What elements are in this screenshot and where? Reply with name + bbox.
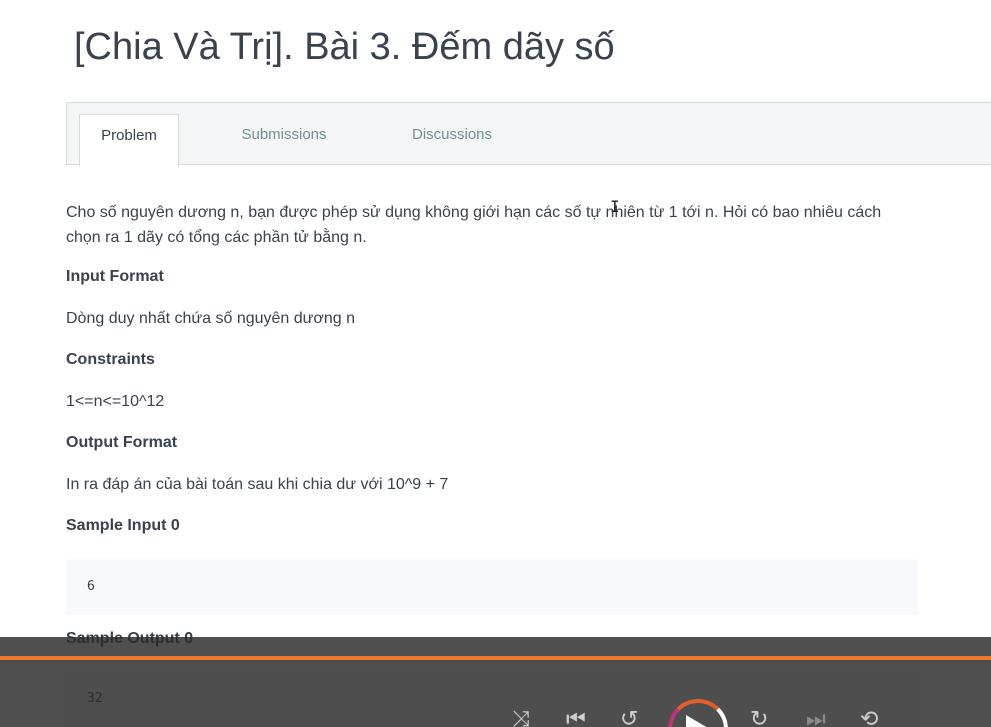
input-format-heading: Input Format — [66, 268, 164, 285]
tab-problem[interactable]: Problem — [79, 114, 179, 167]
tab-bar: Problem Submissions Discussions — [66, 102, 991, 167]
sample-input-code: 6 — [66, 559, 918, 615]
tab-submissions[interactable]: Submissions — [229, 114, 339, 166]
tab-discussions[interactable]: Discussions — [397, 114, 507, 166]
page-title: [Chia Và Trị]. Bài 3. Đếm dãy số — [74, 26, 615, 68]
page: [Chia Và Trị]. Bài 3. Đếm dãy số Problem… — [0, 0, 991, 727]
text-cursor-icon: I — [610, 197, 620, 216]
play-icon — [686, 715, 708, 727]
player-controls: ⤨ ⏮ ↺ ↻ ⏭ ⟲ — [0, 699, 991, 727]
repeat-icon[interactable]: ⟲ — [860, 709, 878, 727]
player-progress-bar[interactable] — [0, 656, 991, 660]
output-format-heading: Output Format — [66, 434, 178, 451]
rewind-icon[interactable]: ↺ — [620, 709, 638, 727]
constraints-heading: Constraints — [66, 351, 155, 368]
video-player-overlay: ⤨ ⏮ ↺ ↻ ⏭ ⟲ — [0, 637, 991, 727]
sample-input-heading: Sample Input 0 — [66, 517, 180, 534]
previous-icon[interactable]: ⏮ — [566, 709, 586, 727]
constraints-text: 1<=n<=10^12 — [66, 393, 165, 410]
forward-icon[interactable]: ↻ — [750, 709, 768, 727]
output-format-text: In ra đáp án của bài toán sau khi chia d… — [66, 476, 449, 493]
problem-description: Cho số nguyên dương n, bạn được phép sử … — [66, 204, 882, 246]
input-format-text: Dòng duy nhất chứa số nguyên dương n — [66, 310, 355, 327]
next-icon[interactable]: ⏭ — [806, 709, 826, 727]
shuffle-icon[interactable]: ⤨ — [512, 709, 530, 727]
